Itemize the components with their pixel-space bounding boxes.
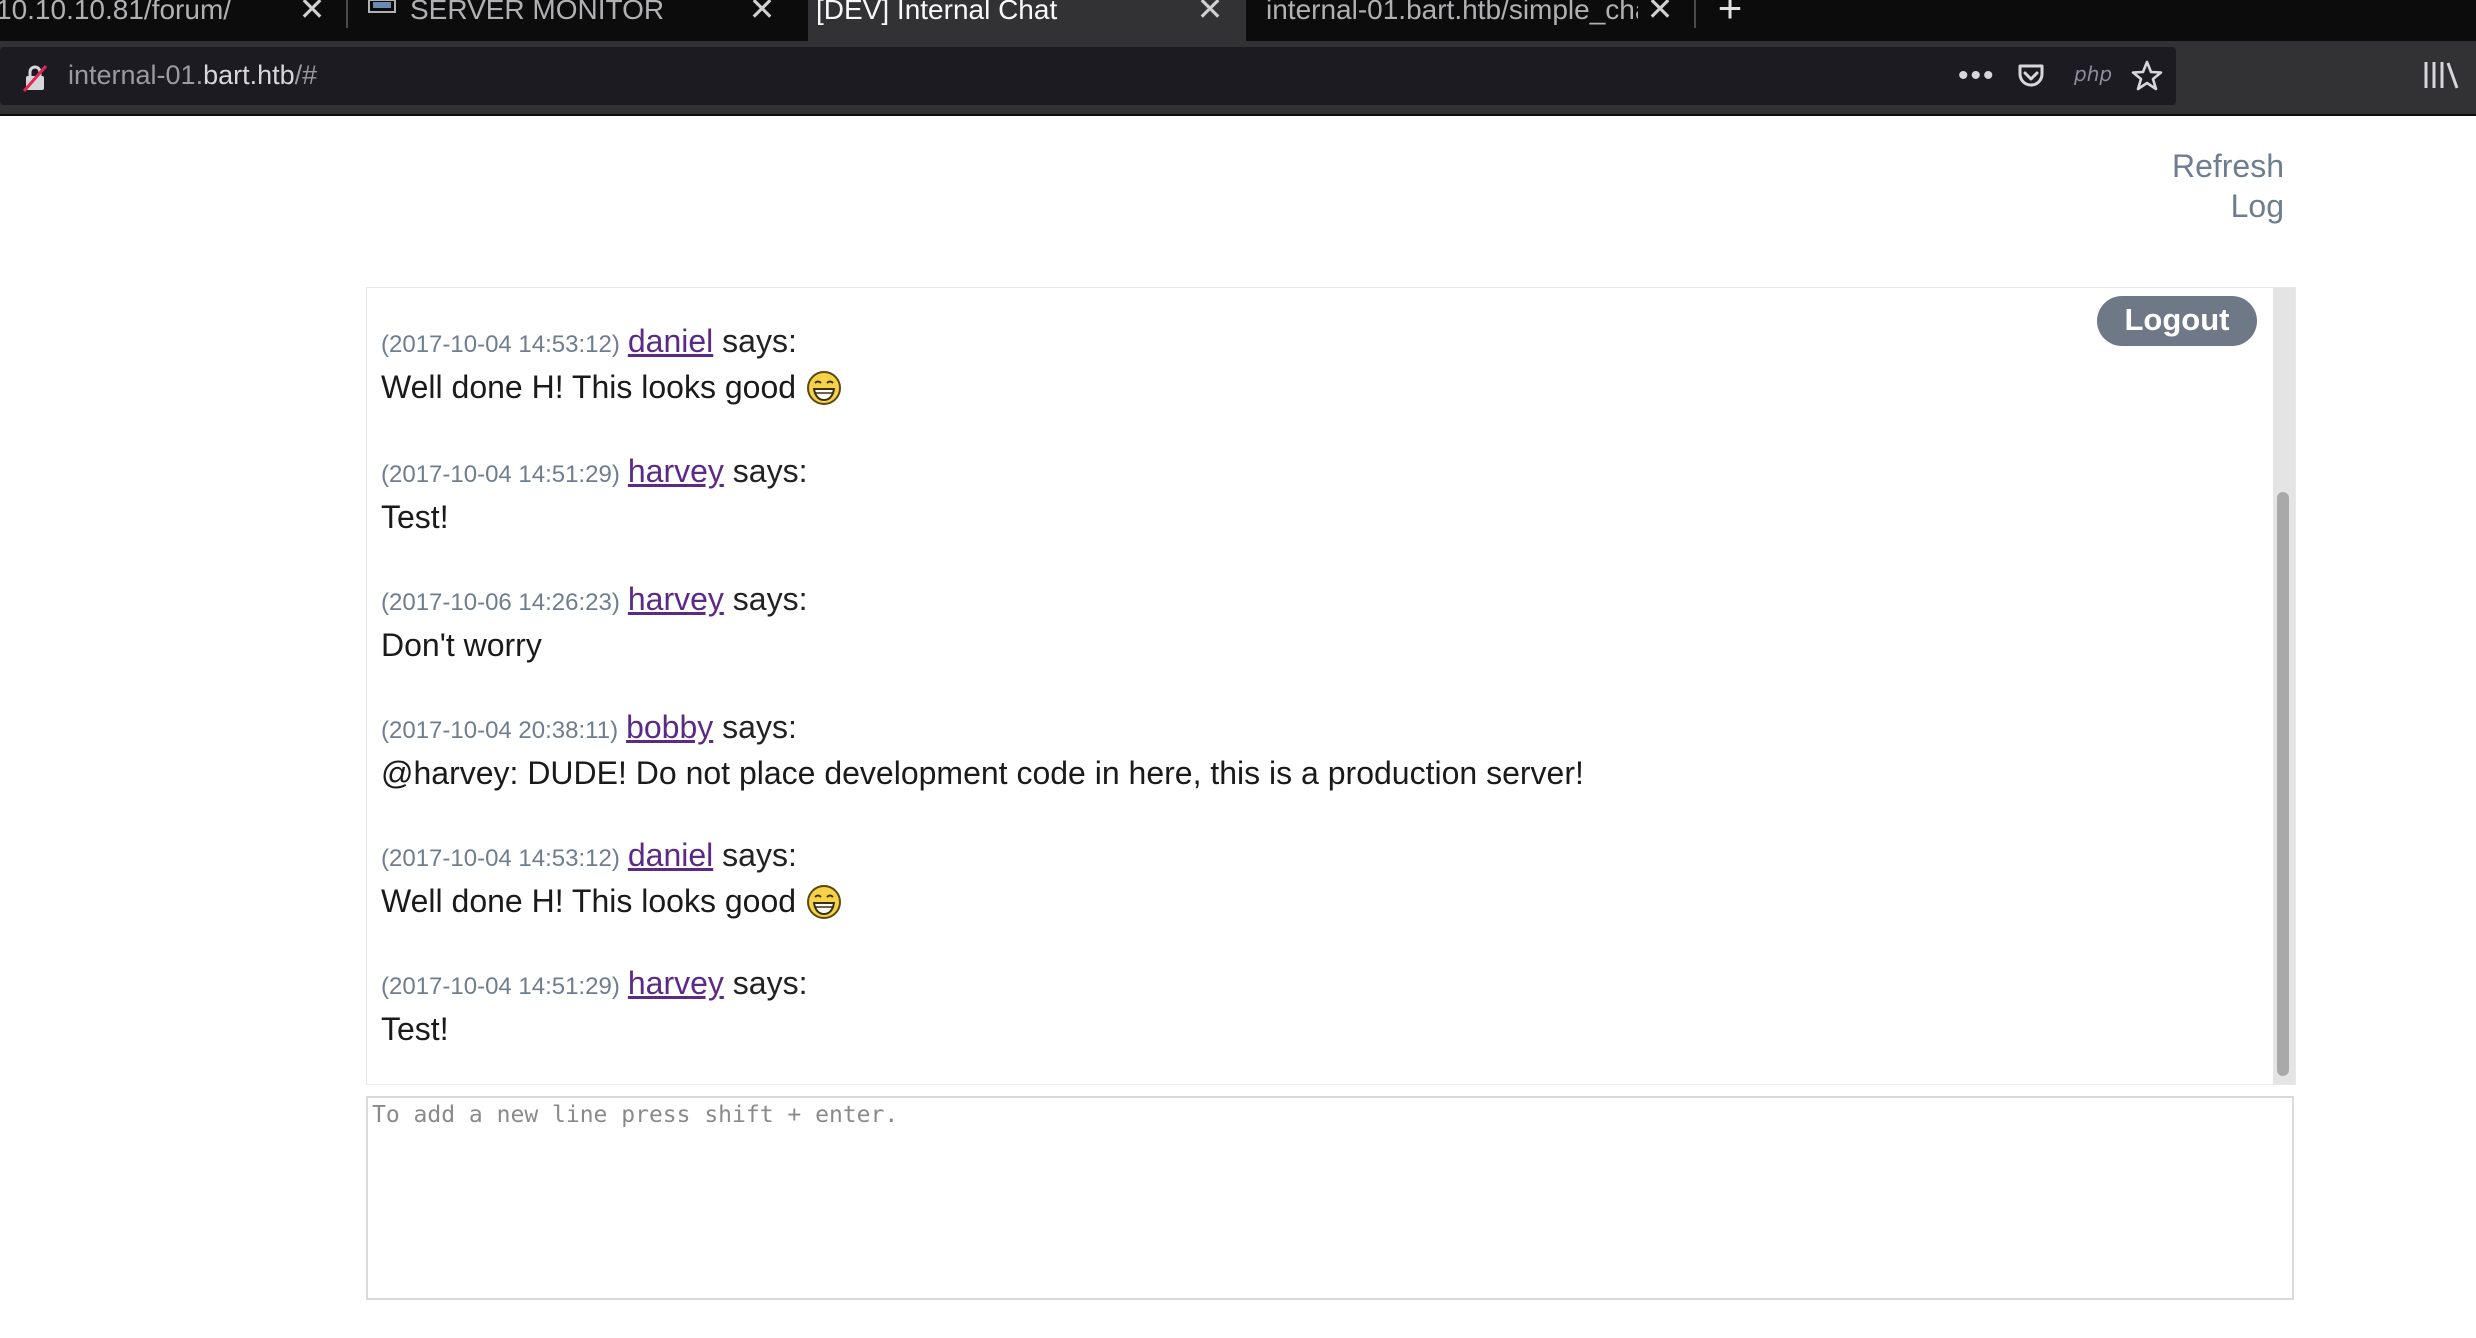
- message-header: (2017-10-04 14:53:12) daniel says:: [381, 318, 2231, 364]
- tab-simple-chat[interactable]: internal-01.bart.htb/simple_chat ✕: [1246, 0, 1694, 41]
- tab-internal-chat[interactable]: [DEV] Internal Chat ✕: [808, 0, 1246, 41]
- library-icon[interactable]: [2422, 60, 2462, 90]
- close-icon[interactable]: ✕: [1192, 0, 1228, 25]
- username-link[interactable]: harvey: [628, 453, 724, 489]
- message-header: (2017-10-04 14:51:29) harvey says:: [381, 448, 2231, 494]
- message-timestamp: (2017-10-04 20:38:11): [381, 717, 619, 744]
- refresh-link[interactable]: Refresh: [2172, 146, 2284, 186]
- message-body: Test!: [381, 1006, 2231, 1052]
- message-text: Test!: [381, 1011, 449, 1047]
- url-subdomain: internal-01.: [68, 60, 204, 90]
- tab-forum[interactable]: 10.10.10.81/forum/ ✕: [0, 0, 346, 41]
- message-input-placeholder: To add a new line press shift + enter.: [372, 1102, 899, 1128]
- message-text: Well done H! This looks good: [381, 883, 797, 919]
- grinning-emoji-icon: [807, 885, 842, 919]
- message-body: Don't worry: [381, 622, 2231, 668]
- top-links: Refresh Log: [2172, 146, 2284, 226]
- message-body: Well done H! This looks good: [381, 364, 2231, 410]
- pocket-icon[interactable]: [2016, 61, 2046, 91]
- message-timestamp: (2017-10-04 14:53:12): [381, 845, 620, 872]
- username-link[interactable]: daniel: [628, 837, 713, 873]
- chat-message: (2017-10-04 14:51:29) harvey says: Test!: [381, 448, 2231, 576]
- chat-message: (2017-10-04 14:51:29) harvey says: Test!: [381, 960, 2231, 1088]
- message-timestamp: (2017-10-04 14:51:29): [381, 461, 620, 488]
- message-header: (2017-10-06 14:26:23) harvey says:: [381, 576, 2231, 622]
- says-label: says:: [722, 323, 797, 359]
- chat-messages-panel[interactable]: (2017-10-04 14:53:12) daniel says: Well d…: [366, 287, 2296, 1085]
- username-link[interactable]: harvey: [628, 581, 724, 617]
- message-list: (2017-10-04 14:53:12) daniel says: Well d…: [381, 318, 2231, 1088]
- message-timestamp: (2017-10-04 14:53:12): [381, 331, 620, 358]
- says-label: says:: [722, 709, 797, 745]
- message-timestamp: (2017-10-04 14:51:29): [381, 973, 620, 1000]
- says-label: says:: [732, 965, 808, 1001]
- message-input[interactable]: To add a new line press shift + enter.: [366, 1096, 2294, 1300]
- insecure-lock-icon[interactable]: [20, 63, 50, 93]
- scrollbar-thumb[interactable]: [2277, 492, 2289, 1076]
- username-link[interactable]: bobby: [626, 709, 713, 745]
- message-text: Test!: [381, 499, 449, 535]
- log-link[interactable]: Log: [2172, 186, 2284, 226]
- message-body: @harvey: DUDE! Do not place development …: [381, 750, 2231, 796]
- says-label: says:: [732, 581, 808, 617]
- close-icon[interactable]: ✕: [744, 0, 780, 25]
- message-header: (2017-10-04 14:53:12) daniel says:: [381, 832, 2231, 878]
- page-icon: [368, 0, 396, 13]
- close-icon[interactable]: ✕: [294, 0, 330, 25]
- tab-title: [DEV] Internal Chat: [816, 0, 1058, 25]
- message-body: Test!: [381, 494, 2231, 540]
- message-body: Well done H! This looks good: [381, 878, 2231, 924]
- tab-divider: [1694, 0, 1696, 28]
- logout-button[interactable]: Logout: [2097, 296, 2257, 346]
- toolbar-border: [0, 114, 2476, 116]
- page-actions-menu-icon[interactable]: •••: [1958, 61, 1996, 91]
- chat-message: (2017-10-04 14:53:12) daniel says: Well d…: [381, 832, 2231, 960]
- url-path: /#: [294, 60, 318, 90]
- url-text[interactable]: internal-01.bart.htb/#: [68, 60, 317, 91]
- tab-server-monitor[interactable]: SERVER MONITOR ✕: [348, 0, 808, 41]
- address-bar[interactable]: internal-01.bart.htb/# ••• php: [0, 47, 2176, 105]
- says-label: says:: [722, 837, 797, 873]
- grinning-emoji-icon: [807, 371, 842, 405]
- username-link[interactable]: harvey: [628, 965, 724, 1001]
- chat-message: (2017-10-04 14:53:12) daniel says: Well d…: [381, 318, 2231, 448]
- tab-bar: 10.10.10.81/forum/ ✕ SERVER MONITOR ✕ [D…: [0, 0, 2476, 41]
- message-text: Well done H! This looks good: [381, 369, 797, 405]
- chat-message: (2017-10-04 20:38:11) bobby says: @harvey…: [381, 704, 2231, 832]
- php-extension-icon[interactable]: php: [2074, 62, 2112, 86]
- username-link[interactable]: daniel: [628, 323, 713, 359]
- chat-message: (2017-10-06 14:26:23) harvey says: Don't …: [381, 576, 2231, 704]
- message-text: @harvey: DUDE! Do not place development …: [381, 755, 1584, 791]
- message-header: (2017-10-04 20:38:11) bobby says:: [381, 704, 2231, 750]
- bookmark-star-icon[interactable]: [2130, 59, 2164, 93]
- tab-title: SERVER MONITOR: [410, 0, 665, 25]
- tab-title: 10.10.10.81/forum/: [0, 0, 232, 25]
- new-tab-button[interactable]: +: [1712, 0, 1748, 29]
- close-icon[interactable]: ✕: [1642, 0, 1678, 25]
- says-label: says:: [732, 453, 808, 489]
- message-timestamp: (2017-10-06 14:26:23): [381, 589, 620, 616]
- message-header: (2017-10-04 14:51:29) harvey says:: [381, 960, 2231, 1006]
- message-text: Don't worry: [381, 627, 542, 663]
- url-host: bart.htb: [203, 60, 295, 90]
- tab-title: internal-01.bart.htb/simple_chat: [1266, 0, 1638, 25]
